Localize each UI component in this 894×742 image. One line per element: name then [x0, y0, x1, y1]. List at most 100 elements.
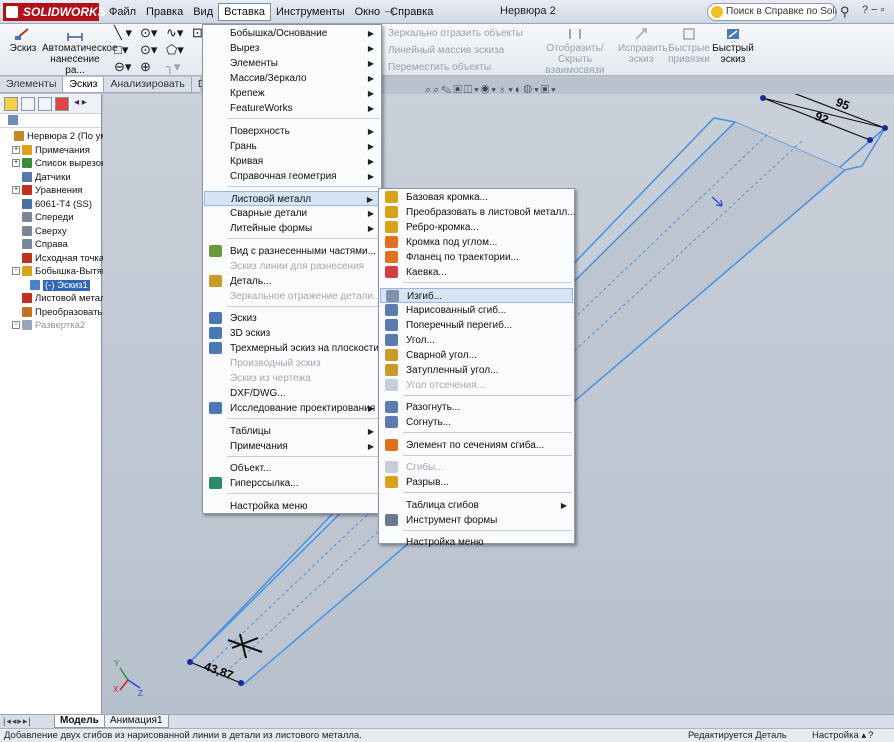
tree-item[interactable]: Преобразовать-Т: [12, 306, 111, 319]
menu-item[interactable]: Настройка меню: [204, 499, 380, 514]
slot-tool-icon[interactable]: ⊖▾: [114, 60, 131, 74]
tree-item[interactable]: - Бобышка-Вытянут: [12, 265, 116, 278]
menu-item[interactable]: Сгибы...: [380, 460, 573, 475]
scroll-tabs-arrows[interactable]: ◂ ▸: [74, 97, 87, 108]
tree-item[interactable]: + Развертка2: [12, 319, 85, 332]
menu-insert[interactable]: Вставка: [218, 3, 272, 21]
menu-item[interactable]: Массив/Зеркало ▶: [204, 71, 380, 86]
rectangle-tool-icon[interactable]: □▾: [114, 43, 128, 57]
expander-icon[interactable]: +: [12, 159, 20, 168]
menu-item[interactable]: Вид с разнесенными частями...: [204, 244, 380, 259]
menu-item[interactable]: Грань ▶: [204, 139, 380, 154]
tree-item[interactable]: + Примечания: [12, 144, 90, 157]
expander-icon[interactable]: +: [12, 321, 20, 330]
menu-edit[interactable]: Правка: [141, 3, 188, 21]
help-icon[interactable]: ?: [868, 729, 873, 742]
feature-manager-tab-icon[interactable]: [4, 97, 18, 111]
polygon-tool-icon[interactable]: ⬠▾: [166, 43, 184, 57]
menu-tools[interactable]: Инструменты: [271, 3, 350, 21]
menu-item[interactable]: Производный эскиз: [204, 356, 380, 371]
tree-item[interactable]: Сверху: [12, 225, 67, 238]
menu-item[interactable]: Кривая ▶: [204, 154, 380, 169]
dimension-95[interactable]: 95: [834, 95, 852, 113]
tree-item[interactable]: Справа: [12, 238, 68, 251]
menu-item[interactable]: Ребро-кромка...: [380, 220, 573, 235]
tab-animation[interactable]: Анимация1: [104, 715, 169, 728]
menu-item[interactable]: Таблицы ▶: [204, 424, 380, 439]
menu-item[interactable]: Инструмент формы: [380, 513, 573, 528]
menu-item[interactable]: FeatureWorks ▶: [204, 101, 380, 116]
pin-icon[interactable]: ⊣: [384, 5, 394, 19]
repair-sketch-button[interactable]: Исправить эскиз: [618, 27, 667, 65]
menu-item[interactable]: Угол...: [380, 333, 573, 348]
circle-tool-icon[interactable]: ⊙▾: [140, 26, 157, 40]
menu-item[interactable]: Литейные формы ▶: [204, 221, 380, 236]
tab-evaluate[interactable]: Анализировать: [104, 77, 192, 92]
menu-item[interactable]: Нарисованный сгиб...: [380, 303, 573, 318]
menu-item[interactable]: Каевка...: [380, 265, 573, 280]
feature-tree-filter[interactable]: [0, 114, 101, 128]
menu-item[interactable]: Примечания ▶: [204, 439, 380, 454]
tab-scroll-arrows[interactable]: |◂◂▸▸|: [3, 716, 32, 727]
menu-item[interactable]: Листовой металл ▶: [204, 191, 380, 206]
menu-item[interactable]: Фланец по траектории...: [380, 250, 573, 265]
spline-tool-icon[interactable]: ∿▾: [166, 26, 183, 40]
menu-item[interactable]: Сварной угол...: [380, 348, 573, 363]
tree-item[interactable]: Датчики: [12, 171, 71, 184]
tree-item[interactable]: (-) Эскиз1: [20, 279, 90, 292]
move-entities-button[interactable]: Переместить объекты: [388, 62, 491, 73]
menu-item[interactable]: Базовая кромка...: [380, 190, 573, 205]
show-hide-relations-button[interactable]: Отобразить/Скрыть взаимосвязи: [534, 27, 616, 76]
menu-item[interactable]: Таблица сгибов ▶: [380, 498, 573, 513]
tree-item[interactable]: 6061-T4 (SS): [12, 198, 92, 211]
menu-item[interactable]: Поверхность ▶: [204, 124, 380, 139]
menu-item[interactable]: Эскиз: [204, 311, 380, 326]
menu-item[interactable]: 3D эскиз: [204, 326, 380, 341]
configuration-manager-tab-icon[interactable]: [38, 97, 52, 111]
settings-button[interactable]: Настройка ▴: [812, 729, 866, 742]
menu-item[interactable]: Вырез ▶: [204, 41, 380, 56]
tree-item[interactable]: Листовой металл1: [12, 292, 116, 305]
help-button[interactable]: ?: [862, 4, 868, 16]
tree-item[interactable]: + Уравнения: [12, 184, 82, 197]
dimension-92[interactable]: 92: [813, 109, 831, 127]
menu-item[interactable]: Зеркальное отражение детали...: [204, 289, 381, 304]
tab-features[interactable]: Элементы: [0, 77, 64, 92]
restore-button[interactable]: ▫: [881, 4, 885, 16]
menu-item[interactable]: Гиперссылка...: [204, 476, 380, 491]
help-search-input[interactable]: Поиск в Справке по SolidWorks: [707, 3, 837, 21]
tree-item[interactable]: Спереди: [12, 211, 74, 224]
expander-icon[interactable]: +: [12, 145, 20, 154]
tab-model[interactable]: Модель: [54, 715, 105, 728]
arc-tool-icon[interactable]: ⊙▾: [140, 43, 157, 57]
dimxpert-tab-icon[interactable]: [55, 97, 69, 111]
view-heads-up-toolbar[interactable]: ⌕⌕✎▣◫▾◉▾♁▾◐◍▾▣▾: [425, 84, 558, 98]
menu-file[interactable]: Файл: [104, 3, 141, 21]
menu-item[interactable]: Разрыв...: [380, 475, 573, 490]
menu-item[interactable]: Согнуть...: [380, 415, 573, 430]
tree-item[interactable]: + Список вырезов(1: [12, 157, 115, 170]
menu-item[interactable]: Преобразовать в листовой металл...: [380, 205, 576, 220]
menu-item[interactable]: Бобышка/Основание ▶: [204, 26, 380, 41]
menu-item[interactable]: Угол отсечения...: [380, 378, 573, 393]
rapid-sketch-button[interactable]: Быстрый эскиз: [712, 27, 754, 65]
quick-snaps-button[interactable]: Быстрые привязки: [668, 27, 710, 65]
menu-item[interactable]: Изгиб...: [380, 287, 573, 303]
menu-view[interactable]: Вид: [188, 3, 218, 21]
sketch-button[interactable]: Эскиз: [8, 27, 38, 54]
expander-icon[interactable]: -: [12, 267, 20, 276]
tree-item[interactable]: Исходная точка: [12, 252, 104, 265]
menu-item[interactable]: Затупленный угол...: [380, 363, 573, 378]
menu-item[interactable]: Настройка меню: [380, 535, 573, 550]
menu-item[interactable]: Элемент по сечениям сгиба...: [380, 438, 573, 453]
property-manager-tab-icon[interactable]: [21, 97, 35, 111]
menu-item[interactable]: Сварные детали ▶: [204, 206, 380, 221]
minimize-button[interactable]: −: [871, 4, 877, 16]
menu-item[interactable]: Объект...: [204, 461, 380, 476]
search-icon[interactable]: ⚲: [840, 4, 850, 20]
menu-item[interactable]: Крепеж ▶: [204, 86, 380, 101]
point-tool-icon[interactable]: ⊕: [140, 60, 151, 74]
menu-item[interactable]: Деталь...: [204, 274, 380, 289]
linear-pattern-button[interactable]: Линейный массив эскиза: [388, 45, 504, 56]
menu-item[interactable]: Элементы ▶: [204, 56, 380, 71]
